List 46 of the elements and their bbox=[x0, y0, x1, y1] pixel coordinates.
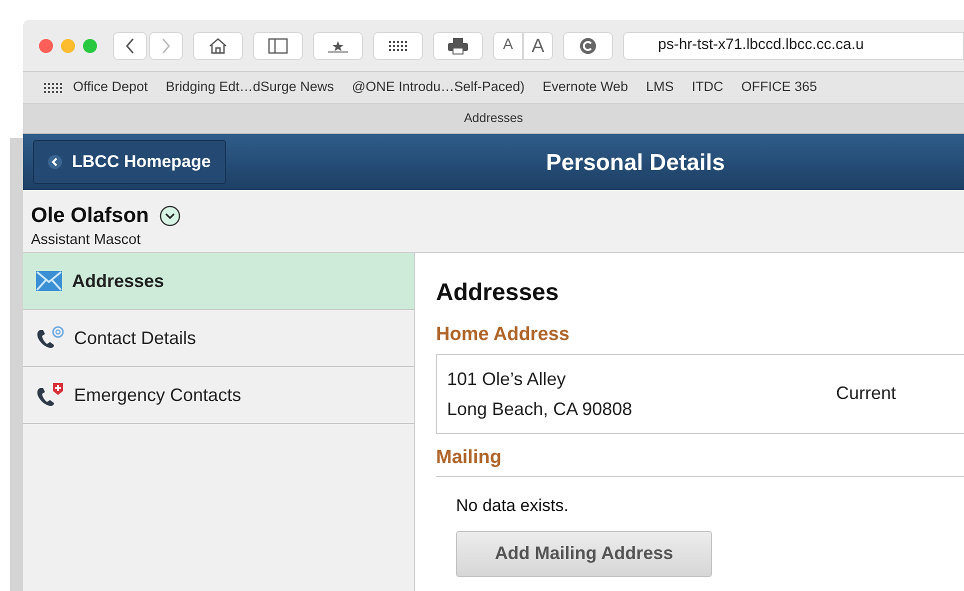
star-icon bbox=[327, 38, 349, 52]
dropdown-icon[interactable] bbox=[158, 204, 181, 227]
job-title: Assistant Mascot bbox=[31, 230, 142, 250]
section-title: Addresses bbox=[436, 278, 560, 308]
sidebar-button[interactable] bbox=[253, 32, 303, 60]
sidebar-icon bbox=[268, 38, 288, 54]
back-button[interactable]: LBCC Homepage bbox=[33, 140, 226, 184]
print-button[interactable] bbox=[433, 32, 483, 60]
address-line: 101 Ole’s Alley bbox=[447, 368, 567, 391]
phone-cross-icon bbox=[36, 382, 64, 408]
add-address-button[interactable]: Add Mailing Address bbox=[456, 530, 712, 576]
grid-icon[interactable] bbox=[43, 82, 63, 94]
address-field[interactable]: ps-hr-tst-x71.lbccd.lbcc.cc.ca.u bbox=[623, 32, 964, 60]
grid-icon bbox=[388, 40, 408, 52]
circle-c-icon bbox=[579, 36, 597, 54]
section-heading: Mailing bbox=[436, 444, 964, 477]
bookmark-link[interactable]: LMS bbox=[646, 77, 674, 98]
phone-at-icon bbox=[36, 326, 64, 350]
chevron-left-icon bbox=[48, 155, 62, 169]
sidebar-item[interactable]: Addresses bbox=[23, 253, 414, 310]
smaller-text-button[interactable]: A bbox=[493, 32, 523, 60]
printer-icon bbox=[447, 36, 469, 54]
status-label: Current bbox=[836, 382, 896, 405]
larger-text-button[interactable]: A bbox=[523, 32, 553, 60]
chevron-right-icon bbox=[161, 38, 171, 54]
bookmark-link[interactable]: @ONE Introdu…Self-Paced) bbox=[352, 77, 525, 98]
chevron-left-icon bbox=[125, 38, 135, 54]
bookmark-button[interactable] bbox=[313, 32, 363, 60]
bookmark-link[interactable]: Evernote Web bbox=[542, 77, 628, 98]
person-name: Ole Olafson bbox=[31, 203, 149, 229]
page-title: Personal Details bbox=[546, 148, 725, 177]
section-heading: Home Address bbox=[436, 323, 570, 347]
close-icon[interactable] bbox=[39, 38, 53, 52]
back-button[interactable] bbox=[113, 32, 147, 60]
bookmark-link[interactable]: ITDC bbox=[692, 77, 724, 98]
extension-button[interactable] bbox=[563, 32, 613, 60]
tab-title[interactable]: Addresses bbox=[464, 109, 524, 128]
empty-message: No data exists. bbox=[456, 495, 570, 517]
home-button[interactable] bbox=[193, 32, 243, 60]
bookmark-link[interactable]: OFFICE 365 bbox=[741, 77, 818, 98]
envelope-icon bbox=[36, 271, 62, 291]
apps-button[interactable] bbox=[373, 32, 423, 60]
address-line: Long Beach, CA 90808 bbox=[447, 398, 634, 421]
bookmark-link[interactable]: Office Depot bbox=[73, 77, 148, 98]
bookmark-link[interactable]: Bridging Edt…dSurge News bbox=[166, 77, 334, 98]
home-icon bbox=[209, 38, 227, 54]
